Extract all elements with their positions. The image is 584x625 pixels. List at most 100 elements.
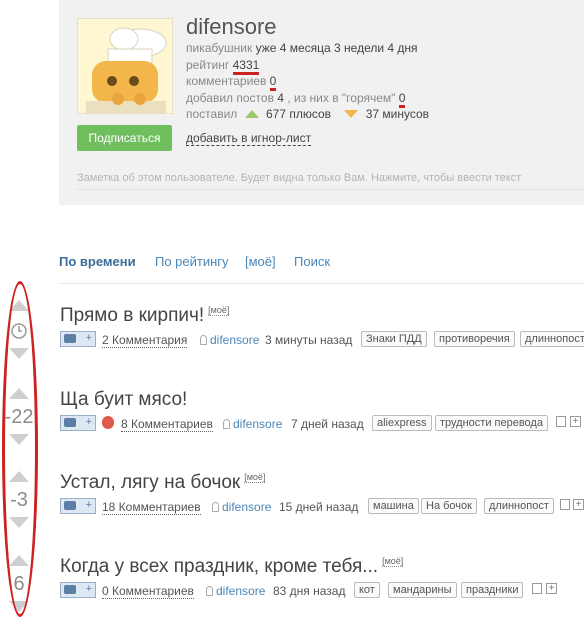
user-note-field[interactable]: Заметка об этом пользователе. Будет видн…	[77, 172, 521, 184]
add-icon[interactable]: +	[546, 583, 557, 594]
tab-by-time[interactable]: По времени	[59, 254, 136, 269]
strawberry-icon	[102, 416, 114, 429]
tag[interactable]: праздники	[461, 582, 524, 598]
clock-icon	[11, 323, 27, 339]
post-title[interactable]: Когда у всех праздник, кроме тебя... [моё…	[60, 556, 404, 578]
add-icon[interactable]: +	[573, 499, 584, 510]
vote-down-icon[interactable]	[9, 348, 29, 359]
post-title-text[interactable]: Когда у всех праздник, кроме тебя...	[60, 556, 378, 577]
age-value: уже 4 месяца 3 недели 4 дня	[255, 41, 418, 55]
post-title-text[interactable]: Ща буит мясо!	[60, 389, 187, 410]
vote-up-icon[interactable]	[9, 388, 29, 399]
tag[interactable]: кот	[354, 582, 380, 598]
posts-value: 4	[277, 91, 284, 105]
camera-icon	[64, 585, 76, 594]
save-image-button[interactable]: +	[60, 331, 96, 347]
age-label: пикабушник	[186, 41, 253, 55]
rating-value: 4331	[232, 58, 260, 75]
save-icon[interactable]	[560, 499, 570, 510]
tag[interactable]: На бочок	[421, 498, 477, 514]
tag[interactable]: aliexpress	[372, 415, 432, 431]
minus-arrow-icon	[344, 109, 359, 118]
tag[interactable]: противоречия	[434, 331, 515, 347]
camera-icon	[64, 334, 76, 343]
user-icon	[206, 586, 213, 596]
vote-down-icon[interactable]	[9, 517, 29, 528]
post-title-text[interactable]: Прямо в кирпич!	[60, 305, 204, 326]
post-title[interactable]: Устал, лягу на бочок [моё]	[60, 472, 266, 494]
add-icon[interactable]: +	[570, 416, 581, 427]
rating-label: рейтинг	[186, 58, 230, 72]
mine-badge[interactable]: [моё]	[244, 472, 266, 483]
mine-badge[interactable]: [моё]	[382, 556, 404, 567]
post-item: Прямо в кирпич! [моё] + 2 Комментария dif…	[0, 300, 584, 370]
avatar-chef-icon	[78, 19, 172, 113]
note-divider	[77, 189, 584, 190]
plus-icon: +	[85, 416, 92, 428]
tag[interactable]: трудности перевода	[435, 415, 548, 431]
pluses-value: 677 плюсов	[265, 107, 332, 121]
author-block: difensore	[200, 333, 259, 347]
plus-arrow-icon	[244, 109, 259, 118]
tag[interactable]: мандарины	[388, 582, 457, 598]
tab-search[interactable]: Поиск	[294, 254, 330, 269]
save-image-button[interactable]: +	[60, 498, 96, 514]
avatar	[77, 18, 173, 114]
author-link[interactable]: difensore	[233, 417, 282, 431]
vote-up-icon[interactable]	[9, 300, 29, 311]
vote-up-icon[interactable]	[9, 471, 29, 482]
post-title-text[interactable]: Устал, лягу на бочок	[60, 472, 240, 493]
comments-link[interactable]: 0 Комментариев	[102, 584, 194, 599]
plus-icon: +	[85, 332, 92, 344]
save-icon[interactable]	[532, 583, 542, 594]
camera-icon	[64, 418, 76, 427]
author-block: difensore	[223, 417, 282, 431]
tag[interactable]: длиннопост	[484, 498, 554, 514]
user-icon	[212, 502, 219, 512]
minuses-value: 37 минусов	[365, 107, 430, 121]
vote-up-icon[interactable]	[9, 555, 29, 566]
vote-down-icon[interactable]	[9, 434, 29, 445]
vote-down-icon[interactable]	[9, 601, 29, 612]
add-to-ignore-link[interactable]: добавить в игнор-лист	[186, 132, 312, 146]
author-link[interactable]: difensore	[222, 500, 271, 514]
profile-comments-line: комментариев 0	[186, 74, 277, 91]
author-link[interactable]: difensore	[210, 333, 259, 347]
post-score: -22	[4, 406, 34, 428]
posts-label: добавил постов	[186, 91, 274, 105]
tag[interactable]: длиннопост	[520, 331, 584, 347]
user-icon	[200, 335, 207, 345]
tag[interactable]: Знаки ПДД	[361, 331, 427, 347]
tab-mine[interactable]: [моё]	[245, 254, 276, 269]
save-icon[interactable]	[556, 416, 566, 427]
comments-link[interactable]: 2 Комментария	[102, 333, 188, 348]
post-time: 83 дня назад	[273, 584, 346, 598]
comments-link[interactable]: 18 Комментариев	[102, 500, 201, 515]
author-link[interactable]: difensore	[216, 584, 265, 598]
tag[interactable]: машина	[368, 498, 419, 514]
save-image-button[interactable]: +	[60, 582, 96, 598]
comments-link[interactable]: 8 Комментариев	[121, 417, 213, 432]
save-image-button[interactable]: +	[60, 415, 96, 431]
plus-icon: +	[85, 499, 92, 511]
hot-value: 0	[398, 91, 406, 108]
post-time: 3 минуты назад	[265, 333, 353, 347]
comments-label: комментариев	[186, 74, 267, 88]
post-time: 7 дней назад	[291, 417, 364, 431]
post-score: -3	[10, 489, 28, 511]
tab-by-rating[interactable]: По рейтингу	[155, 254, 229, 269]
subscribe-button[interactable]: Подписаться	[77, 125, 172, 151]
post-time: 15 дней назад	[279, 500, 359, 514]
plus-icon: +	[85, 583, 92, 595]
votes-label: поставил	[186, 107, 238, 121]
post-score: 6	[13, 573, 25, 595]
comments-value: 0	[269, 74, 277, 91]
author-block: difensore	[206, 584, 265, 598]
camera-icon	[64, 501, 76, 510]
post-title[interactable]: Прямо в кирпич! [моё]	[60, 305, 230, 327]
post-title[interactable]: Ща буит мясо!	[60, 389, 187, 411]
post-item: -3 Устал, лягу на бочок [моё] + 18 Коммен…	[0, 471, 584, 541]
profile-card: difensore пикабушник уже 4 месяца 3 неде…	[59, 0, 584, 205]
mine-badge[interactable]: [моё]	[208, 305, 230, 316]
author-block: difensore	[212, 500, 271, 514]
